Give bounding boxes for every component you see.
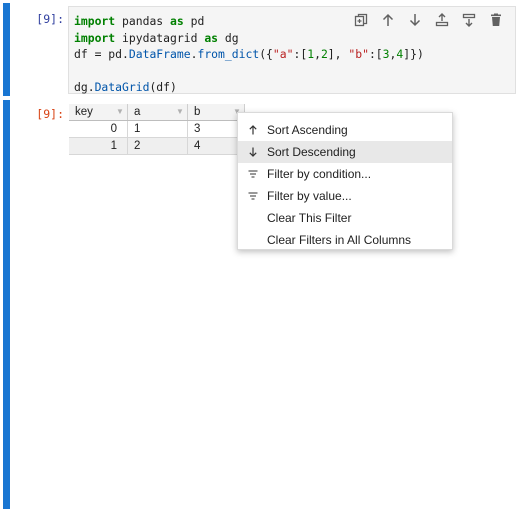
menu-item-label: Clear Filters in All Columns: [267, 233, 412, 247]
insert-below-icon: [462, 13, 476, 27]
delete-icon: [491, 13, 501, 26]
output-prompt: [9]:: [36, 107, 64, 121]
move-down-icon: [409, 14, 421, 27]
data-grid: key▼ a▼ b▼ 0 1 3 1 2 4: [69, 104, 245, 155]
duplicate-icon: [354, 13, 368, 27]
table-row: 0 1 3: [69, 120, 245, 138]
filter-icon: [238, 191, 267, 201]
table-cell[interactable]: 2: [127, 137, 188, 155]
menu-item-label: Filter by condition...: [267, 167, 372, 181]
row-index: 0: [69, 120, 128, 138]
table-cell[interactable]: 4: [187, 137, 245, 155]
move-up-icon: [382, 13, 394, 26]
move-down-button[interactable]: [404, 10, 426, 30]
input-cell-collapser[interactable]: [3, 3, 10, 96]
insert-below-button[interactable]: [458, 10, 480, 30]
code-line-3: df = pd.DataFrame.from_dict({"a":[1,2], …: [74, 47, 424, 62]
menu-item-label: Sort Ascending: [267, 123, 348, 137]
menu-item-clear-all-filters[interactable]: Clear Filters in All Columns: [238, 229, 452, 251]
menu-item-sort-descending[interactable]: Sort Descending: [238, 141, 452, 163]
arrow-up-icon: [238, 125, 267, 135]
duplicate-button[interactable]: [350, 10, 372, 30]
insert-above-icon: [435, 13, 449, 27]
table-row: 1 2 4: [69, 137, 245, 155]
row-index: 1: [69, 137, 128, 155]
delete-button[interactable]: [485, 10, 507, 30]
move-up-button[interactable]: [377, 10, 399, 30]
insert-above-button[interactable]: [431, 10, 453, 30]
column-header-a[interactable]: a ▼: [127, 104, 188, 121]
menu-item-filter-by-value[interactable]: Filter by value...: [238, 185, 452, 207]
menu-item-label: Clear This Filter: [267, 211, 352, 225]
cell-toolbar: [350, 10, 507, 30]
menu-item-filter-by-condition[interactable]: Filter by condition...: [238, 163, 452, 185]
code-line-5: dg.DataGrid(df): [74, 80, 177, 95]
code-line-2: import ipydatagrid as dg: [74, 30, 239, 45]
code-line-1: import pandas as pd: [74, 14, 205, 28]
code-editor[interactable]: import pandas as pd import ipydatagrid a…: [68, 6, 516, 94]
menu-item-clear-this-filter[interactable]: Clear This Filter: [238, 207, 452, 229]
arrow-down-icon: [238, 147, 267, 157]
column-context-menu: Sort Ascending Sort Descending Filter by…: [237, 112, 453, 250]
menu-item-sort-ascending[interactable]: Sort Ascending: [238, 119, 452, 141]
menu-item-label: Filter by value...: [267, 189, 352, 203]
column-header-b[interactable]: b▼: [187, 104, 245, 121]
filter-icon[interactable]: ▼: [176, 108, 184, 116]
input-prompt: [9]:: [36, 12, 64, 26]
table-cell[interactable]: 3: [187, 120, 245, 138]
menu-item-label: Sort Descending: [267, 145, 356, 159]
filter-icon: [238, 169, 267, 179]
table-cell[interactable]: 1: [127, 120, 188, 138]
filter-icon[interactable]: ▼: [116, 108, 124, 116]
output-cell-collapser[interactable]: [3, 100, 10, 509]
column-header-key[interactable]: key ▼: [69, 104, 128, 121]
